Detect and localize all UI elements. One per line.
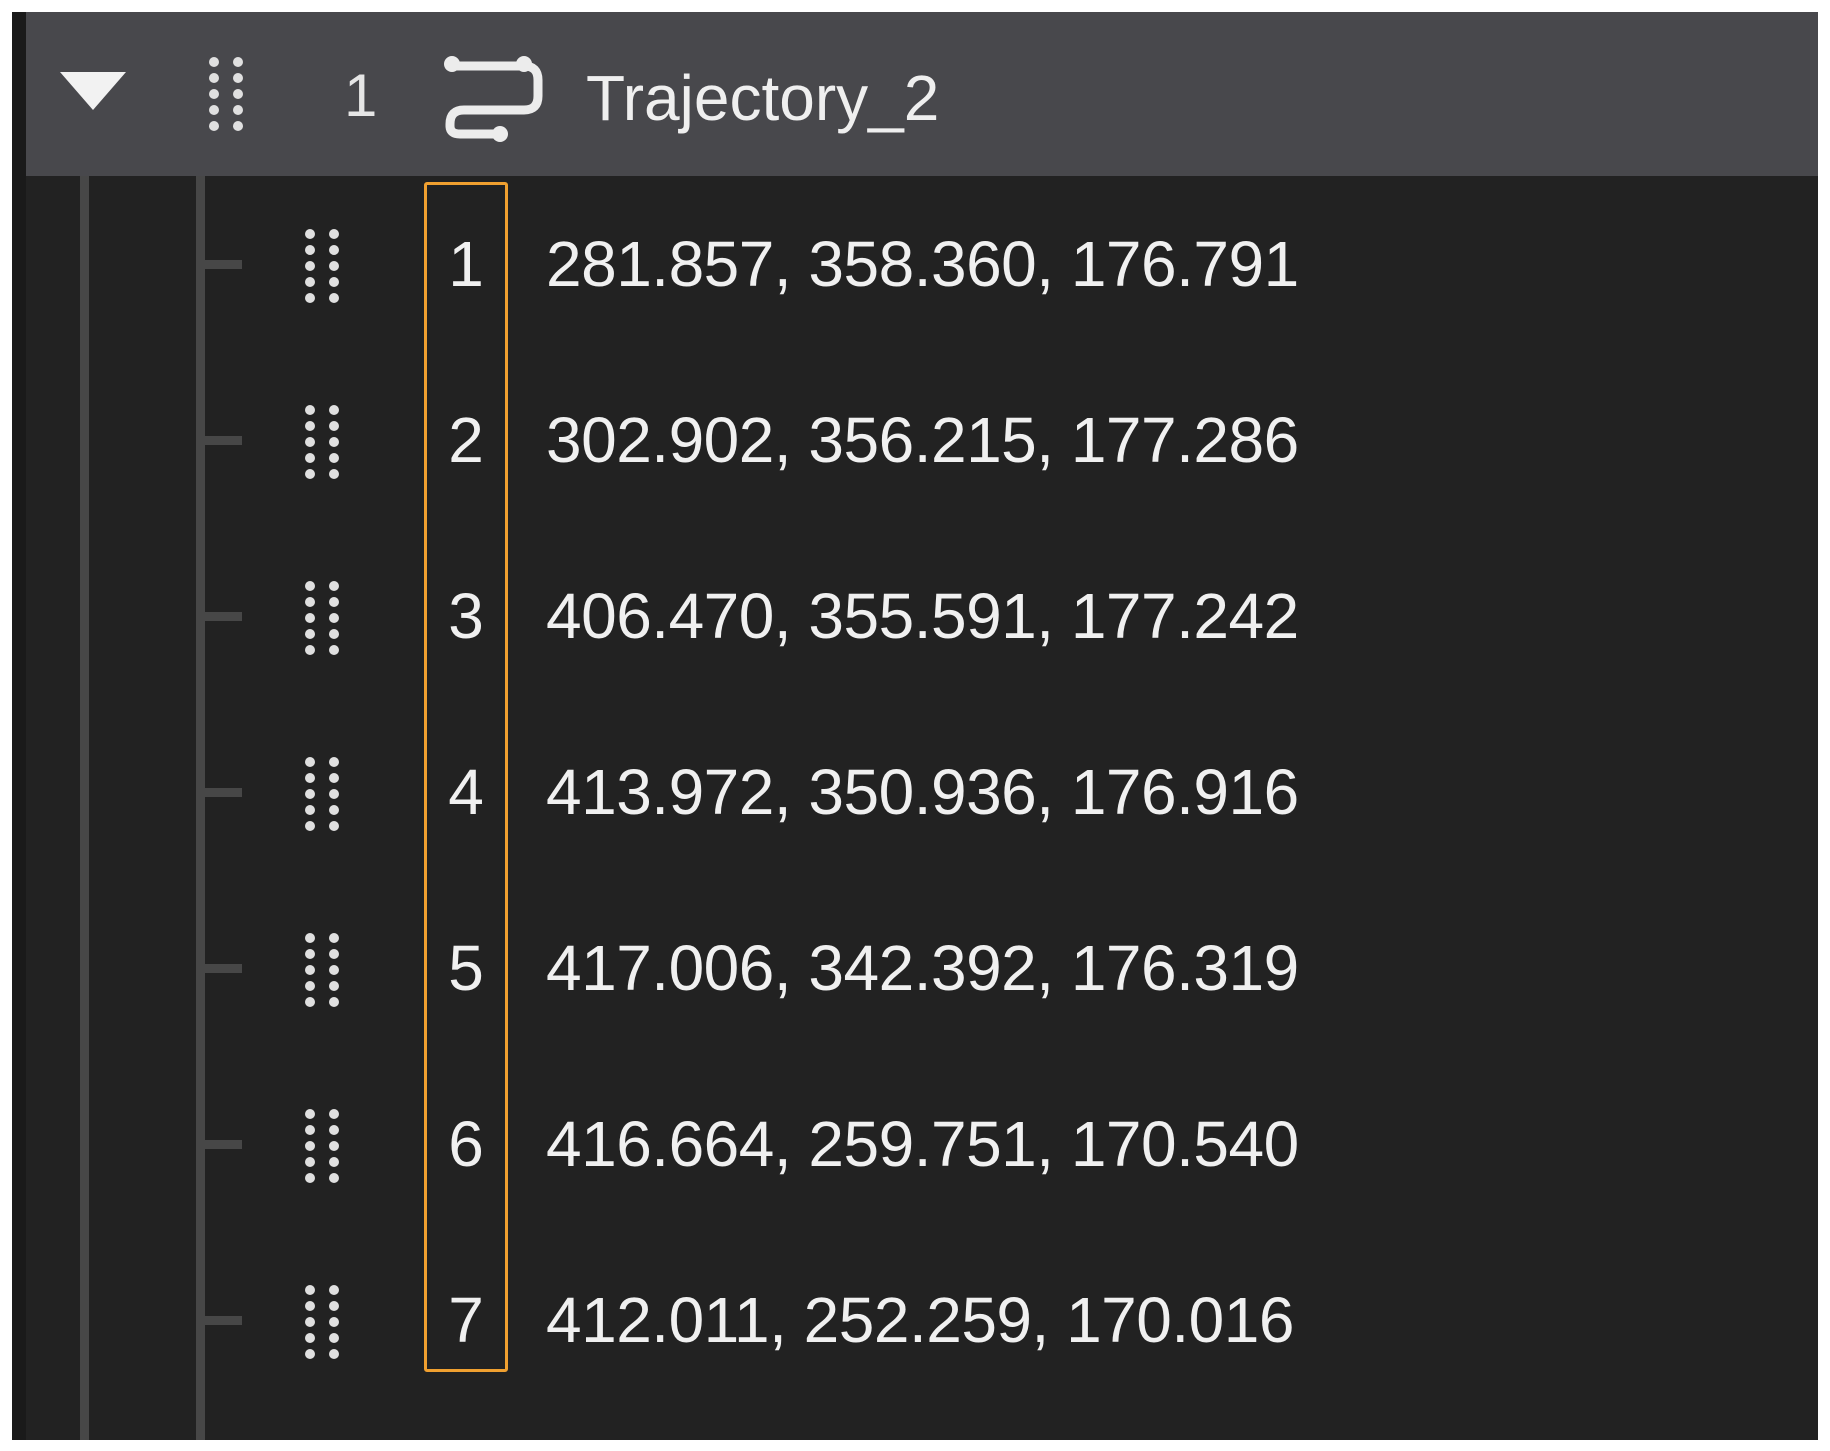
- waypoint-coordinates[interactable]: 416.664, 259.751, 170.540: [546, 1102, 1299, 1186]
- drag-handle-icon[interactable]: [300, 226, 344, 306]
- drag-handle-icon[interactable]: [300, 930, 344, 1010]
- drag-handle-icon[interactable]: [204, 54, 248, 134]
- waypoint-coordinates[interactable]: 413.972, 350.936, 176.916: [546, 750, 1299, 834]
- waypoint-row[interactable]: 6 416.664, 259.751, 170.540: [12, 1056, 1818, 1232]
- tree-branch: [196, 436, 242, 445]
- waypoint-index: 6: [448, 1108, 484, 1180]
- tree-branch: [196, 260, 242, 269]
- drag-handle-icon[interactable]: [300, 578, 344, 658]
- trajectory-icon: [436, 42, 548, 150]
- caret-down-icon[interactable]: [60, 72, 126, 110]
- waypoint-row[interactable]: 3 406.470, 355.591, 177.242: [12, 528, 1818, 704]
- drag-handle-icon[interactable]: [300, 754, 344, 834]
- waypoint-coordinates[interactable]: 281.857, 358.360, 176.791: [546, 222, 1299, 306]
- waypoint-row[interactable]: 7 412.011, 252.259, 170.016: [12, 1232, 1818, 1408]
- waypoint-coordinates[interactable]: 417.006, 342.392, 176.319: [546, 926, 1299, 1010]
- waypoint-coordinates[interactable]: 406.470, 355.591, 177.242: [546, 574, 1299, 658]
- waypoint-row[interactable]: 1 281.857, 358.360, 176.791: [12, 176, 1818, 352]
- waypoint-index: 5: [448, 932, 484, 1004]
- waypoint-index: 1: [448, 228, 484, 300]
- waypoint-index: 7: [448, 1284, 484, 1356]
- trajectory-header-row[interactable]: 1 Trajectory_2: [26, 12, 1818, 176]
- trajectory-tree-panel: 1 Trajectory_2 1 281.857, 358.360, 176.7…: [12, 12, 1818, 1440]
- waypoint-index: 2: [448, 404, 484, 476]
- trajectory-index: 1: [344, 62, 378, 129]
- drag-handle-icon[interactable]: [300, 1282, 344, 1362]
- drag-handle-icon[interactable]: [300, 402, 344, 482]
- waypoint-list: 1 281.857, 358.360, 176.791 2 302.902, 3…: [12, 176, 1818, 1440]
- trajectory-title[interactable]: Trajectory_2: [586, 56, 939, 140]
- tree-branch: [196, 1140, 242, 1149]
- tree-branch: [196, 964, 242, 973]
- drag-handle-icon[interactable]: [300, 1106, 344, 1186]
- waypoint-index: 3: [448, 580, 484, 652]
- waypoint-coordinates[interactable]: 302.902, 356.215, 177.286: [546, 398, 1299, 482]
- waypoint-index: 4: [448, 756, 484, 828]
- waypoint-row[interactable]: 5 417.006, 342.392, 176.319: [12, 880, 1818, 1056]
- waypoint-row[interactable]: 2 302.902, 356.215, 177.286: [12, 352, 1818, 528]
- tree-branch: [196, 612, 242, 621]
- waypoint-row[interactable]: 4 413.972, 350.936, 176.916: [12, 704, 1818, 880]
- tree-branch: [196, 1316, 242, 1325]
- waypoint-coordinates[interactable]: 412.011, 252.259, 170.016: [546, 1278, 1294, 1362]
- tree-branch: [196, 788, 242, 797]
